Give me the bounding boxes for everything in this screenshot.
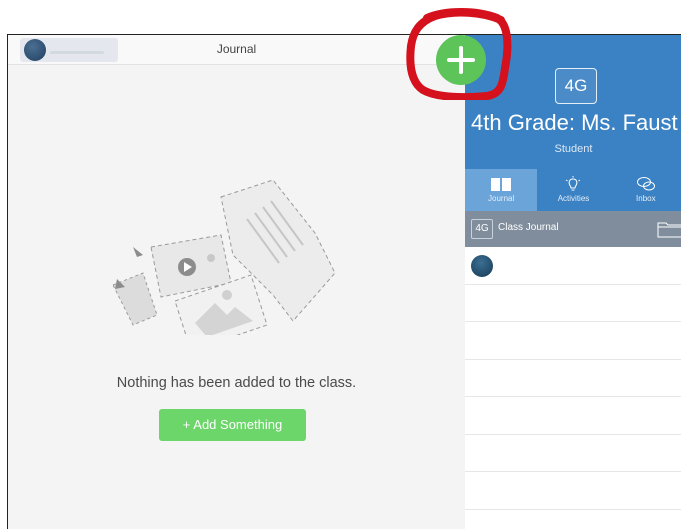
class-journal-badge: 4G: [471, 219, 493, 239]
class-sidebar: 4G 4th Grade: Ms. Faust Student Journal: [465, 35, 681, 529]
journal-pane: Journal Nothing has been added to the cl…: [8, 35, 465, 529]
tab-journal[interactable]: Journal: [465, 169, 538, 211]
list-item: [465, 285, 681, 322]
empty-state-message: Nothing has been added to the class.: [116, 375, 357, 391]
tab-journal-label: Journal: [488, 194, 515, 203]
tab-inbox[interactable]: Inbox: [610, 169, 681, 211]
list-item: [465, 397, 681, 435]
list-item: [465, 435, 681, 472]
add-post-button[interactable]: [436, 35, 486, 85]
class-role: Student: [554, 143, 593, 155]
add-something-button[interactable]: + Add Something: [159, 409, 306, 441]
tab-activities-label: Activities: [557, 194, 590, 203]
class-journal-label: Class Journal: [498, 222, 559, 233]
list-item: [465, 472, 681, 510]
class-header: 4G 4th Grade: Ms. Faust Student: [465, 35, 681, 171]
class-name: 4th Grade: Ms. Faust: [471, 110, 678, 135]
chat-bubbles-icon: [636, 177, 655, 191]
class-tabs: Journal Activities Inbox: [465, 169, 681, 211]
lightbulb-icon: [566, 176, 581, 191]
tab-inbox-label: Inbox: [636, 194, 656, 203]
list-item[interactable]: [465, 247, 681, 285]
book-icon: [491, 178, 512, 191]
folder-icon[interactable]: [657, 220, 681, 238]
tab-activities[interactable]: Activities: [537, 169, 609, 211]
class-badge: 4G: [555, 68, 597, 104]
class-journal-row[interactable]: 4G Class Journal: [465, 211, 681, 247]
plus-icon: [447, 46, 475, 74]
app-window: Journal Nothing has been added to the cl…: [7, 34, 681, 529]
page-title: Journal: [216, 42, 257, 56]
journal-topbar: Journal: [8, 35, 465, 65]
journal-entry-list: [465, 247, 681, 510]
list-item: [465, 322, 681, 360]
list-item: [465, 360, 681, 397]
media-collage-illustration-icon: [112, 179, 336, 335]
user-avatar-icon: [471, 255, 493, 277]
